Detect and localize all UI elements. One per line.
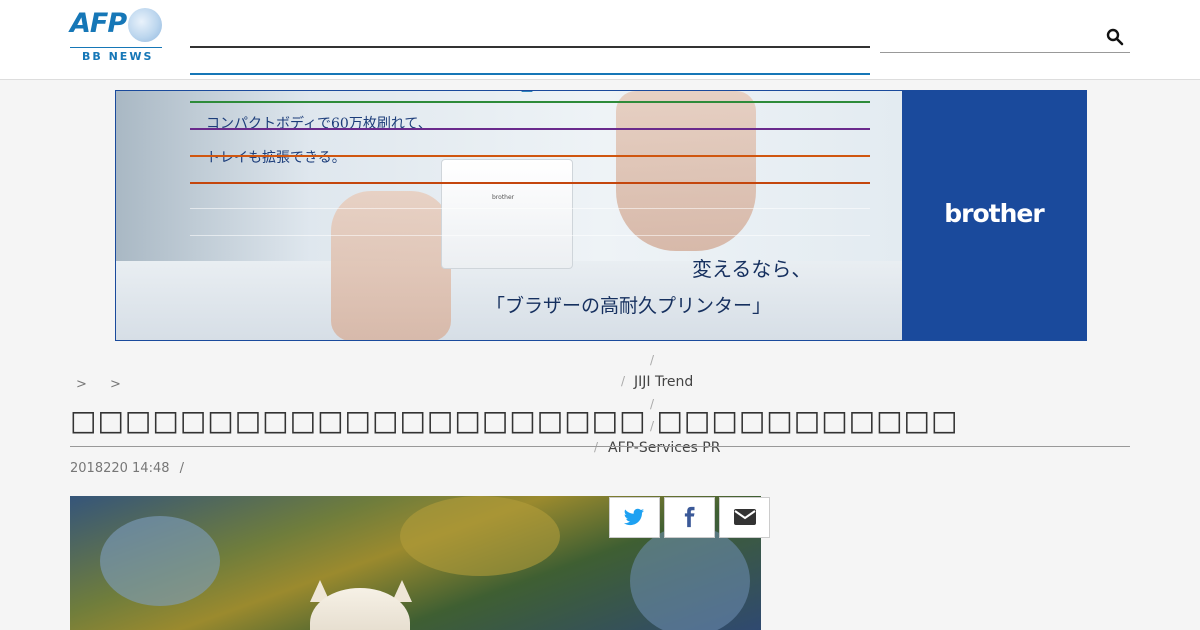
photo-foliage — [630, 526, 750, 630]
globe-icon — [128, 8, 162, 42]
logo-sub-text: BB NEWS — [82, 50, 154, 63]
share-mail-button[interactable] — [719, 497, 770, 538]
photo-foliage — [100, 516, 220, 606]
article-title: □□□□□□□□□□□□□□□□□□□□□ □□□□□□□□□□□ — [70, 404, 959, 437]
twitter-icon — [623, 508, 645, 526]
ad-printer-image: brother — [441, 159, 573, 269]
nav-rule-green — [190, 101, 870, 103]
ad-copy-line2: トレイも拡張できる。 — [206, 150, 346, 166]
share-twitter-button[interactable] — [609, 497, 660, 538]
nav-rule-blue — [190, 73, 870, 75]
article-date: 2018220 14:48 — [70, 461, 170, 476]
logo-divider — [70, 47, 162, 48]
ad-tagline-line1: 変えるなら、 — [692, 257, 812, 281]
logo-afp-text: AFP — [70, 8, 127, 39]
ad-printer-brand: brother — [492, 194, 515, 201]
brother-logo: brother — [944, 199, 1044, 228]
mail-icon — [734, 509, 756, 525]
nav-separator: / — [621, 374, 626, 388]
breadcrumb-separator: > — [110, 377, 121, 392]
nav-rule-purple — [190, 128, 870, 130]
nav-item-jiji-trend[interactable]: JIJI Trend — [634, 374, 693, 390]
site-header: AFP BB NEWS — [0, 0, 1200, 80]
nav-item-afp-services-pr[interactable]: AFP-Services PR — [608, 440, 720, 456]
nav-dash: — — [521, 84, 533, 98]
nav-rule-2 — [190, 235, 870, 236]
breadcrumb-separator: > — [76, 377, 87, 392]
nav-separator: / — [594, 440, 599, 454]
nav-rule-top — [190, 46, 870, 48]
facebook-icon — [684, 506, 695, 528]
ad-hand-left — [331, 191, 451, 340]
title-divider — [70, 446, 1130, 447]
search-icon[interactable] — [1106, 28, 1124, 46]
afpbb-logo[interactable]: AFP BB NEWS — [70, 8, 162, 66]
meta-separator: / — [179, 461, 185, 476]
ad-tagline-line2: 「ブラザーの高耐久プリンター」 — [486, 295, 772, 317]
nav-rule-red — [190, 182, 870, 184]
nav-rule-orange — [190, 155, 870, 157]
ad-brand-panel: brother — [902, 91, 1086, 340]
ad-copy-line1: コンパクトボディで60万枚刷れて、 — [206, 116, 432, 132]
article-meta: 2018220 14:48 / — [70, 461, 184, 476]
nav-separator: / — [650, 353, 655, 367]
ad-hand-right — [616, 91, 756, 251]
nav-rule-1 — [190, 208, 870, 209]
photo-foliage — [400, 496, 560, 576]
share-facebook-button[interactable] — [664, 497, 715, 538]
search-field[interactable] — [880, 22, 1130, 53]
